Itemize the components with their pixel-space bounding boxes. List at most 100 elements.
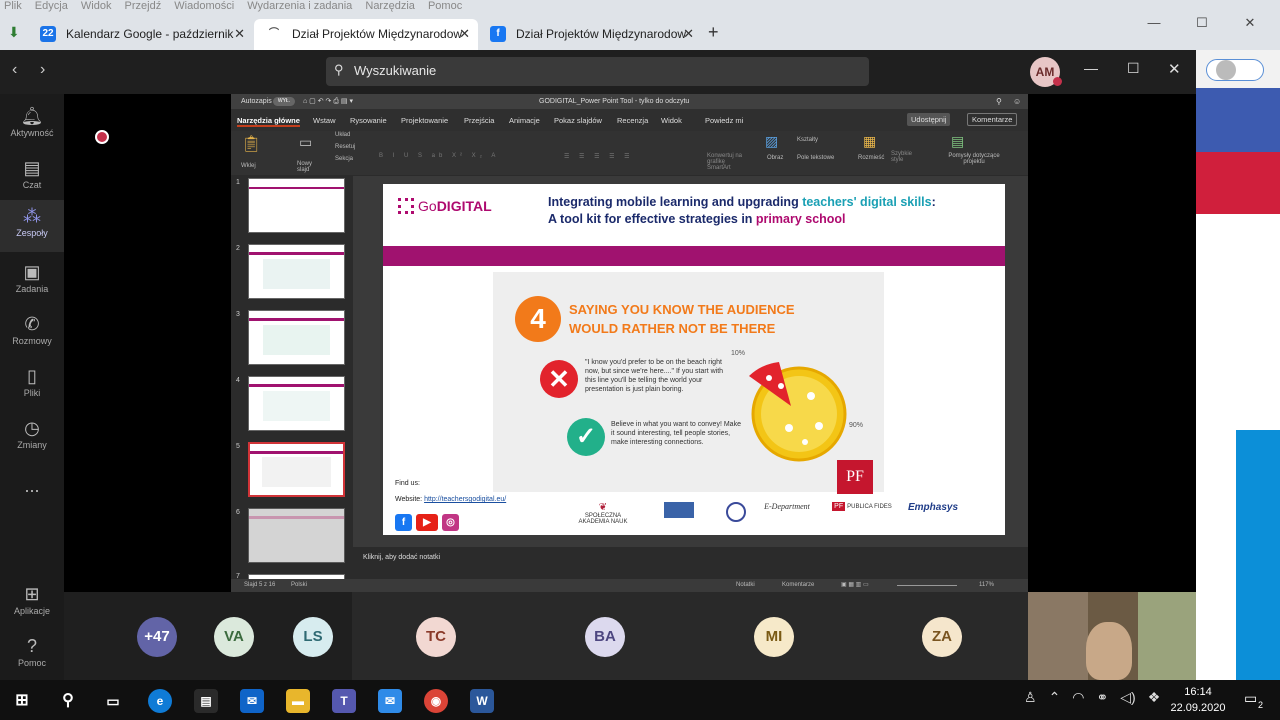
wifi-icon[interactable]: ◠ bbox=[1072, 689, 1084, 705]
rail-item-shifts[interactable]: ◷ Zmiany bbox=[0, 412, 64, 464]
comments-toggle[interactable]: Komentarze bbox=[782, 579, 814, 592]
menu-item[interactable]: Przejdź bbox=[125, 0, 162, 12]
thumbnail-slide-1[interactable] bbox=[248, 178, 345, 233]
notes-toggle[interactable]: Notatki bbox=[736, 579, 755, 592]
design-ideas-icon[interactable]: ▤ bbox=[951, 133, 964, 150]
smiley-icon[interactable]: ☺ bbox=[1013, 94, 1021, 109]
maximize-icon[interactable]: ☐ bbox=[1127, 60, 1140, 77]
chrome-icon[interactable]: ◉ bbox=[424, 689, 448, 713]
participant-avatar[interactable]: VA bbox=[214, 617, 254, 657]
minimize-icon[interactable]: — bbox=[1130, 15, 1178, 30]
rail-item-teams[interactable]: ⁂ Zespoły bbox=[0, 200, 64, 252]
people-icon[interactable]: ♙ bbox=[1024, 689, 1037, 705]
menu-item[interactable]: Wydarzenia i zadania bbox=[247, 0, 352, 12]
dropbox-icon[interactable]: ❖ bbox=[1148, 689, 1161, 705]
design-ideas-label[interactable]: Pomysły dotyczące projektu bbox=[939, 153, 1009, 165]
participant-avatar[interactable]: ZA bbox=[922, 617, 962, 657]
chevron-up-icon[interactable]: ⌃ bbox=[1049, 689, 1061, 705]
volume-icon[interactable]: ◁) bbox=[1120, 689, 1135, 705]
rail-item-apps[interactable]: ⊞ Aplikacje bbox=[0, 578, 64, 630]
quick-styles-label[interactable]: Szybkie style bbox=[891, 151, 915, 163]
rail-item-tasks[interactable]: ▣ Zadania bbox=[0, 256, 64, 308]
search-input[interactable]: ⚲ Wyszukiwanie bbox=[326, 57, 869, 86]
share-button[interactable]: Udostępnij bbox=[907, 113, 951, 126]
mail-icon[interactable]: ✉ bbox=[240, 689, 264, 713]
ribbon-tab[interactable]: Recenzja bbox=[617, 116, 648, 125]
youtube-icon[interactable]: ▶ bbox=[416, 514, 438, 531]
thumbnail-slide-3[interactable] bbox=[248, 310, 345, 365]
paste-label[interactable]: Wklej bbox=[241, 163, 256, 169]
edge-icon[interactable]: e bbox=[148, 689, 172, 713]
search-icon[interactable]: ⚲ bbox=[996, 94, 1002, 109]
new-slide-icon[interactable]: ▭ bbox=[299, 134, 312, 151]
layout-button[interactable]: Układ bbox=[335, 132, 350, 138]
zoom-level[interactable]: 117% bbox=[979, 579, 994, 592]
ribbon-tab[interactable]: Rysowanie bbox=[350, 116, 387, 125]
windows-start-icon[interactable]: ⊞ bbox=[10, 689, 34, 713]
zoom-slider[interactable] bbox=[897, 585, 957, 586]
ribbon-tab[interactable]: Widok bbox=[661, 116, 682, 125]
section-button[interactable]: Sekcja bbox=[335, 156, 353, 162]
thumbnail-slide-2[interactable] bbox=[248, 244, 345, 299]
current-slide[interactable]: GoDIGITAL Integrating mobile learning an… bbox=[383, 184, 1005, 535]
menu-item[interactable]: Pomoc bbox=[428, 0, 462, 12]
notes-pane[interactable]: Kliknij, aby dodać notatki bbox=[353, 547, 1028, 579]
back-icon[interactable]: ‹ bbox=[12, 61, 17, 79]
word-icon[interactable]: W bbox=[470, 689, 494, 713]
new-slide-label[interactable]: Nowy slajd bbox=[297, 161, 321, 173]
ribbon-tab[interactable]: Wstaw bbox=[313, 116, 336, 125]
thunderbird-icon[interactable]: ✉ bbox=[378, 689, 402, 713]
thumbnail-slide-5[interactable] bbox=[248, 442, 345, 497]
participant-avatar[interactable]: TC bbox=[416, 617, 456, 657]
rail-item-activity[interactable]: 🔔︎ Aktywność bbox=[0, 100, 64, 152]
ribbon-tab[interactable]: Powiedz mi bbox=[705, 116, 743, 125]
self-video[interactable] bbox=[1028, 592, 1196, 680]
instagram-icon[interactable]: ◎ bbox=[442, 514, 459, 531]
participant-overflow[interactable]: +47 bbox=[137, 617, 177, 657]
paste-icon[interactable]: 📋︎ bbox=[241, 134, 261, 154]
maximize-icon[interactable]: ☐ bbox=[1178, 15, 1226, 31]
folder-icon[interactable]: ▬ bbox=[286, 689, 310, 713]
comments-button[interactable]: Komentarze bbox=[967, 113, 1018, 126]
task-view-icon[interactable]: ▭ bbox=[101, 689, 125, 713]
picture-label[interactable]: Obraz bbox=[767, 155, 783, 161]
teams-icon[interactable]: T bbox=[332, 689, 356, 713]
thumbnail-slide-4[interactable] bbox=[248, 376, 345, 431]
autosave-toggle[interactable]: WYŁ. bbox=[273, 97, 295, 106]
font-format-buttons[interactable]: B I U S ab X² X₂ A bbox=[379, 153, 499, 159]
quick-access-icons[interactable]: ⌂ ▢ ↶ ↷ ⎙ ▤ ▾ bbox=[303, 94, 353, 109]
arrange-icon[interactable]: ▦ bbox=[863, 133, 876, 150]
ribbon-tab[interactable]: Animacje bbox=[509, 116, 540, 125]
forward-icon[interactable]: › bbox=[40, 61, 45, 79]
ribbon-tab[interactable]: Przejścia bbox=[464, 116, 494, 125]
store-icon[interactable]: ▤ bbox=[194, 689, 218, 713]
close-icon[interactable]: ✕ bbox=[1168, 60, 1181, 78]
shapes-button[interactable]: Kształty bbox=[797, 137, 818, 143]
close-icon[interactable]: ✕ bbox=[683, 26, 694, 42]
close-icon[interactable]: ✕ bbox=[459, 26, 470, 42]
notification-icon[interactable]: ▭ bbox=[1244, 690, 1257, 707]
language[interactable]: Polski bbox=[291, 579, 307, 592]
tab-facebook[interactable]: f Dział Projektów Międzynarodow ✕ bbox=[478, 19, 702, 50]
view-buttons[interactable]: ▣ ▦ ▥ ▭ bbox=[841, 579, 869, 592]
rail-item-chat[interactable]: ▤ Czat bbox=[0, 152, 64, 204]
reset-button[interactable]: Resetuj bbox=[335, 144, 355, 150]
participant-avatar[interactable]: MI bbox=[754, 617, 794, 657]
menu-item[interactable]: Wiadomości bbox=[174, 0, 234, 12]
close-icon[interactable]: ✕ bbox=[234, 26, 245, 42]
rail-item-help[interactable]: ? Pomoc bbox=[0, 630, 64, 682]
tab-calendar[interactable]: 22 Kalendarz Google - październik ✕ bbox=[28, 19, 253, 50]
minimize-icon[interactable]: — bbox=[1084, 60, 1098, 76]
facebook-icon[interactable]: f bbox=[395, 514, 412, 531]
website-link[interactable]: http://teachersgodigital.eu/ bbox=[424, 496, 506, 503]
ribbon-tab[interactable]: Projektowanie bbox=[401, 116, 448, 125]
taskbar-clock[interactable]: 16:14 22.09.2020 bbox=[1168, 684, 1228, 716]
picture-icon[interactable]: ▨ bbox=[765, 133, 778, 150]
participant-avatar[interactable]: BA bbox=[585, 617, 625, 657]
download-icon[interactable]: ⬇ bbox=[8, 24, 20, 41]
rail-item-more[interactable]: ... bbox=[0, 470, 64, 522]
paragraph-buttons[interactable]: ☰ ☰ ☰ ☰ ☰ bbox=[564, 153, 634, 160]
rail-item-calls[interactable]: ✆ Rozmowy bbox=[0, 308, 64, 360]
menu-item[interactable]: Widok bbox=[81, 0, 112, 12]
new-tab-button[interactable]: + bbox=[708, 22, 719, 43]
